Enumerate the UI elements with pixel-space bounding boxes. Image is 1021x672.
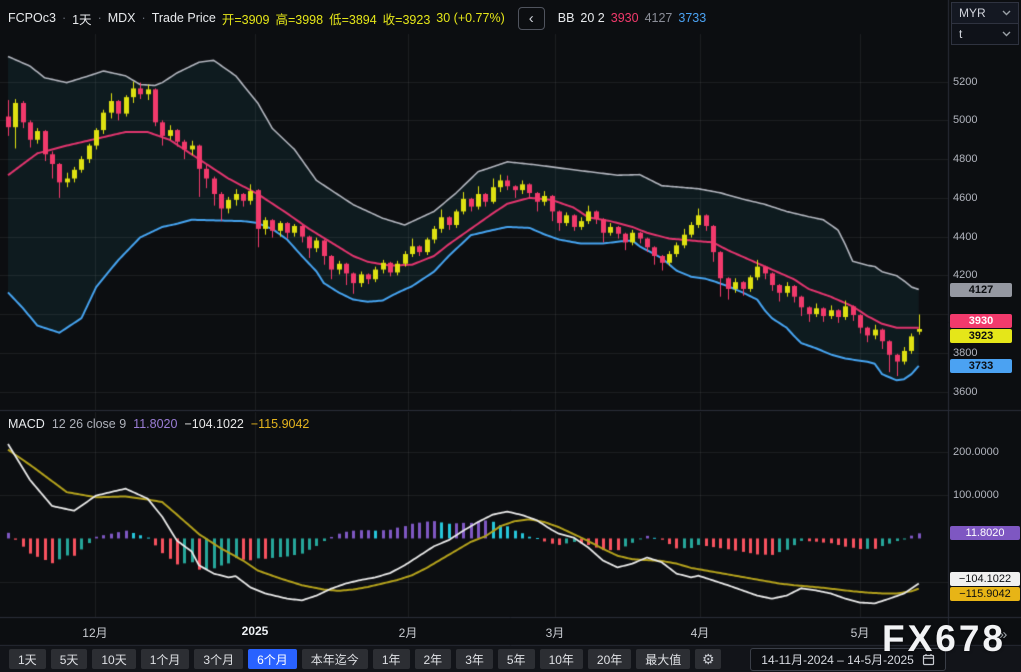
axis-badge-3930: 3930 [950, 314, 1012, 328]
month-label-2月: 2月 [399, 624, 418, 641]
currency-value: MYR [959, 6, 986, 20]
price-label-3600: 3600 [953, 386, 977, 398]
scroll-right-icon[interactable]: » [999, 626, 1007, 643]
range-button-1天[interactable]: 1天 [9, 649, 46, 669]
month-label-12月: 12月 [82, 624, 107, 641]
macd-label-200.0000: 200.0000 [953, 446, 999, 458]
range-button-3年[interactable]: 3年 [456, 649, 493, 669]
chart-canvas[interactable] [0, 0, 1021, 672]
timeframe-toolbar: 1天5天10天1个月3个月6个月本年迄今1年2年3年5年10年20年最大值 ⚙ … [0, 646, 1021, 672]
exchange-label: MDX [108, 11, 136, 25]
date-range-text: 14-11月-2024 – 14-5月-2025 [761, 651, 914, 668]
chevron-down-icon [1002, 31, 1011, 37]
axis-badge-−115.9042: −115.9042 [950, 587, 1020, 601]
bb-params: 20 2 [580, 11, 604, 25]
range-button-2年[interactable]: 2年 [415, 649, 452, 669]
price-label-5000: 5000 [953, 114, 977, 126]
collapse-legend-button[interactable]: ‹ [518, 7, 545, 30]
bb-upper-value: 4127 [645, 11, 673, 25]
price-label-3800: 3800 [953, 347, 977, 359]
price-type-label: Trade Price [152, 11, 216, 25]
range-button-5年[interactable]: 5年 [498, 649, 535, 669]
unit-value: t [959, 27, 962, 41]
range-button-1年[interactable]: 1年 [373, 649, 410, 669]
range-button-5天[interactable]: 5天 [51, 649, 88, 669]
settings-button[interactable]: ⚙ [695, 649, 721, 669]
macd-hist-value: 11.8020 [133, 417, 177, 431]
close-value: 收=3923 [383, 9, 431, 28]
macd-label-100.0000: 100.0000 [953, 489, 999, 501]
price-label-4600: 4600 [953, 192, 977, 204]
currency-unit-panel: MYR t [951, 2, 1019, 45]
range-button-10天[interactable]: 10天 [92, 649, 135, 669]
range-button-最大值[interactable]: 最大值 [636, 649, 690, 669]
month-label-5月: 5月 [851, 624, 870, 641]
price-label-4400: 4400 [953, 231, 977, 243]
axis-badge-3923: 3923 [950, 329, 1012, 343]
axis-badge-11.8020: 11.8020 [950, 526, 1020, 540]
change-value: 30 (+0.77%) [436, 11, 504, 25]
macd-title[interactable]: MACD [8, 417, 45, 431]
axis-badge-4127: 4127 [950, 283, 1012, 297]
month-label-3月: 3月 [546, 624, 565, 641]
price-label-5200: 5200 [953, 76, 977, 88]
symbol-header: FCPOc3 · 1天 · MDX · Trade Price 开=3909 高… [8, 7, 706, 29]
range-button-本年迄今[interactable]: 本年迄今 [302, 649, 368, 669]
currency-dropdown[interactable]: MYR [952, 3, 1018, 23]
chevron-down-icon [1002, 10, 1011, 16]
date-range-picker[interactable]: 14-11月-2024 – 14-5月-2025 [750, 648, 946, 671]
range-button-6个月[interactable]: 6个月 [248, 649, 297, 669]
macd-header: MACD 12 26 close 9 11.8020 −104.1022 −11… [8, 417, 309, 431]
symbol-name[interactable]: FCPOc3 [8, 11, 56, 25]
trading-chart-app: FCPOc3 · 1天 · MDX · Trade Price 开=3909 高… [0, 0, 1021, 672]
price-label-4800: 4800 [953, 153, 977, 165]
month-label-2025: 2025 [242, 624, 269, 638]
separator-dot: · [62, 11, 66, 25]
calendar-icon [922, 653, 935, 666]
price-label-4200: 4200 [953, 269, 977, 281]
month-label-4月: 4月 [691, 624, 710, 641]
macd-line-value: −104.1022 [184, 417, 243, 431]
high-value: 高=3998 [275, 9, 323, 28]
bb-lower-value: 3733 [678, 11, 706, 25]
unit-dropdown[interactable]: t [952, 23, 1018, 44]
range-button-10年[interactable]: 10年 [540, 649, 583, 669]
bb-indicator-title[interactable]: BB [558, 11, 575, 25]
range-button-3个月[interactable]: 3个月 [194, 649, 243, 669]
time-axis[interactable]: 12月 2025 2月 3月 4月 5月 [0, 618, 948, 645]
interval-label[interactable]: 1天 [72, 9, 91, 28]
range-button-20年[interactable]: 20年 [588, 649, 631, 669]
range-buttons: 1天5天10天 1个月3个月6个月本年迄今1年2年3年5年10年20年最大值 [9, 649, 690, 669]
separator-dot: · [142, 11, 146, 25]
bb-basis-value: 3930 [611, 11, 639, 25]
axis-badge-3733: 3733 [950, 359, 1012, 373]
gear-icon: ⚙ [702, 651, 715, 668]
low-value: 低=3894 [329, 9, 377, 28]
open-value: 开=3909 [222, 9, 270, 28]
chevron-left-icon: ‹ [529, 10, 534, 27]
macd-signal-value: −115.9042 [251, 417, 310, 431]
separator-dot: · [98, 11, 102, 25]
range-button-1个月[interactable]: 1个月 [141, 649, 190, 669]
macd-params: 12 26 close 9 [52, 417, 126, 431]
axis-badge-−104.1022: −104.1022 [950, 572, 1020, 586]
